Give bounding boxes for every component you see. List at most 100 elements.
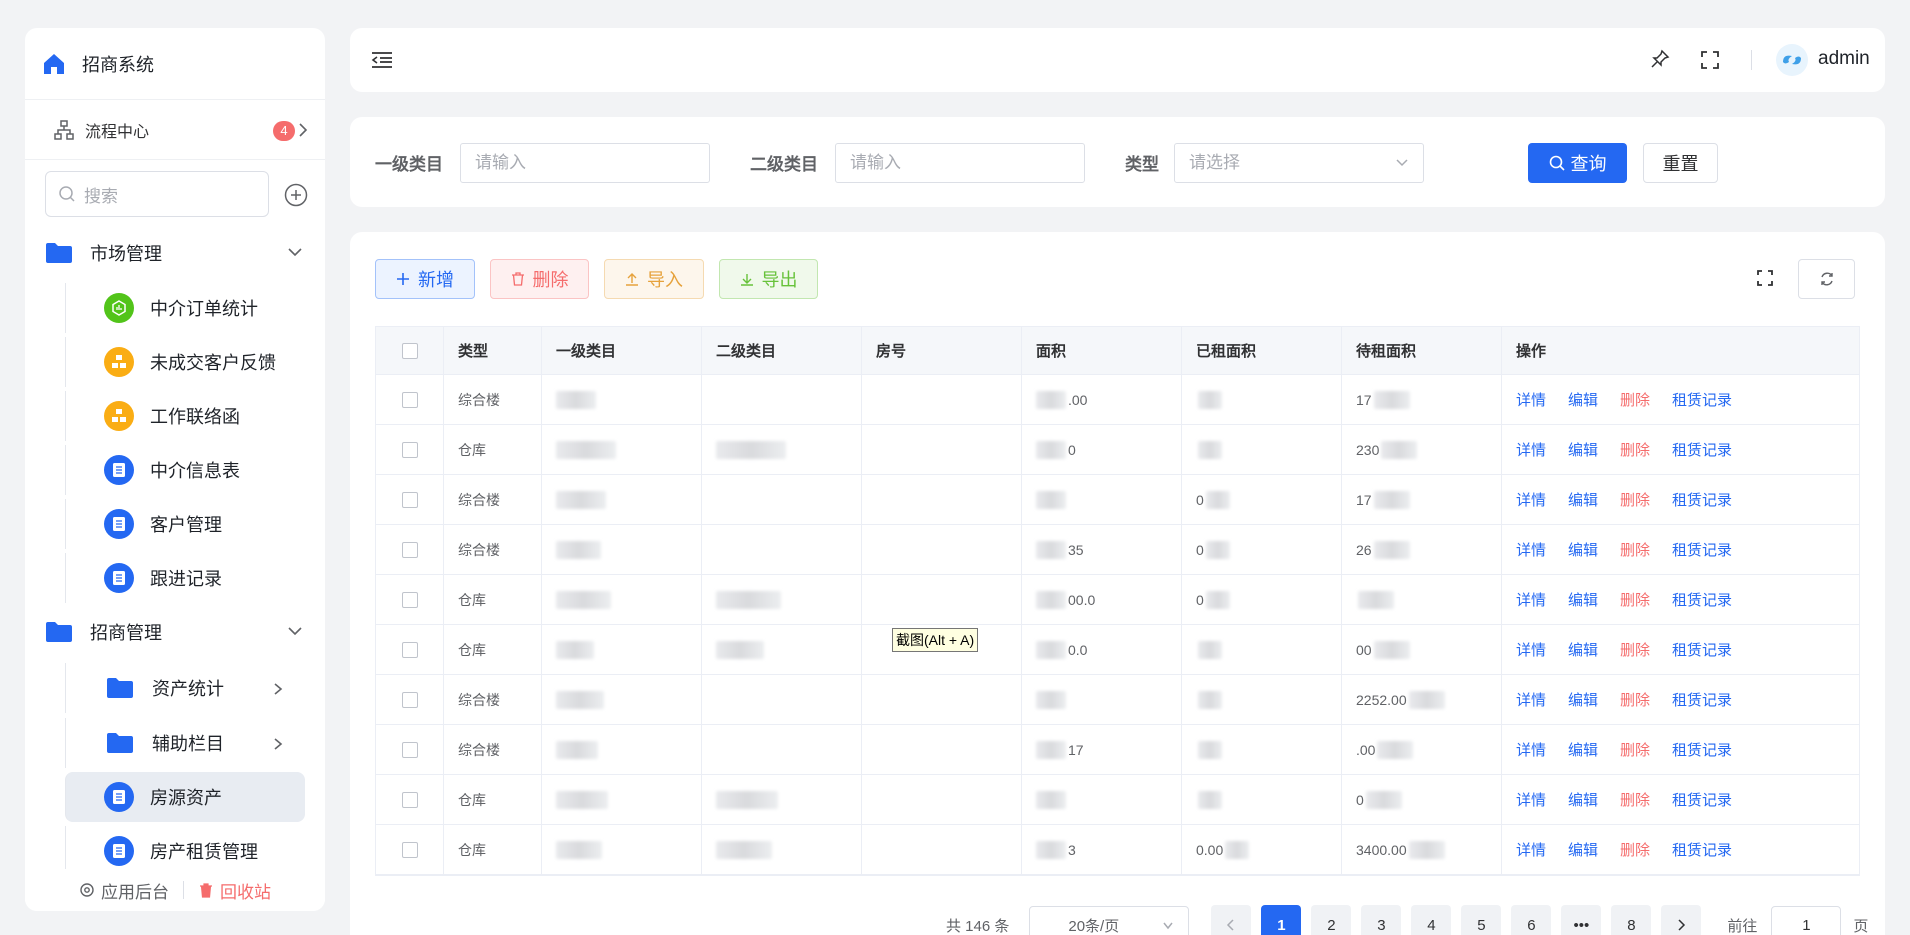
add-circle-icon[interactable] — [284, 183, 308, 207]
menu-item-work-letter[interactable]: 工作联络函 — [65, 391, 305, 441]
header-level2: 二级类目 — [702, 327, 862, 374]
edit-link[interactable]: 编辑 — [1568, 839, 1598, 860]
cell-level1 — [542, 425, 702, 474]
detail-link[interactable]: 详情 — [1516, 589, 1546, 610]
fullscreen-icon[interactable] — [1700, 50, 1720, 70]
row-checkbox[interactable] — [401, 541, 418, 558]
edit-link[interactable]: 编辑 — [1568, 389, 1598, 410]
detail-link[interactable]: 详情 — [1516, 689, 1546, 710]
avatar[interactable] — [1775, 43, 1809, 77]
detail-link[interactable]: 详情 — [1516, 389, 1546, 410]
lease-record-link[interactable]: 租赁记录 — [1672, 389, 1732, 410]
page-size-select[interactable]: 20条/页 — [1029, 906, 1190, 935]
detail-link[interactable]: 详情 — [1516, 739, 1546, 760]
page-jump-input[interactable]: 1 — [1771, 906, 1842, 935]
row-checkbox[interactable] — [401, 441, 418, 458]
menu-item-agent-orders[interactable]: 中介订单统计 — [65, 283, 305, 333]
delete-link[interactable]: 删除 — [1620, 789, 1650, 810]
row-select-cell — [376, 675, 444, 724]
app-backend-link[interactable]: 应用后台 — [79, 878, 169, 903]
row-checkbox[interactable] — [401, 491, 418, 508]
page-button[interactable]: 1 — [1261, 905, 1302, 935]
menu-item-asset-stats[interactable]: 资产统计 — [65, 663, 305, 713]
recycle-bin-link[interactable]: 回收站 — [198, 878, 271, 903]
sidebar-header[interactable]: 招商系统 — [25, 28, 325, 100]
export-button[interactable]: 导出 — [719, 259, 818, 299]
menu-item-customer-feedback[interactable]: 未成交客户反馈 — [65, 337, 305, 387]
detail-link[interactable]: 详情 — [1516, 489, 1546, 510]
prev-page-button[interactable] — [1211, 905, 1252, 935]
level2-input[interactable]: 请输入 — [835, 143, 1085, 183]
menu-item-customer-management[interactable]: 客户管理 — [65, 499, 305, 549]
edit-link[interactable]: 编辑 — [1568, 639, 1598, 660]
lease-record-link[interactable]: 租赁记录 — [1672, 589, 1732, 610]
delete-link[interactable]: 删除 — [1620, 489, 1650, 510]
lease-record-link[interactable]: 租赁记录 — [1672, 639, 1732, 660]
cell-level1 — [542, 525, 702, 574]
delete-link[interactable]: 删除 — [1620, 539, 1650, 560]
edit-link[interactable]: 编辑 — [1568, 439, 1598, 460]
row-checkbox[interactable] — [401, 741, 418, 758]
page-button[interactable]: 4 — [1411, 905, 1452, 935]
row-checkbox[interactable] — [401, 641, 418, 658]
delete-button[interactable]: 删除 — [490, 259, 589, 299]
edit-link[interactable]: 编辑 — [1568, 689, 1598, 710]
page-button[interactable]: 8 — [1611, 905, 1652, 935]
delete-link[interactable]: 删除 — [1620, 639, 1650, 660]
lease-record-link[interactable]: 租赁记录 — [1672, 739, 1732, 760]
lease-record-link[interactable]: 租赁记录 — [1672, 839, 1732, 860]
lease-record-link[interactable]: 租赁记录 — [1672, 789, 1732, 810]
lease-record-link[interactable]: 租赁记录 — [1672, 489, 1732, 510]
type-select[interactable]: 请选择 — [1174, 143, 1424, 183]
row-checkbox[interactable] — [401, 391, 418, 408]
row-checkbox[interactable] — [401, 791, 418, 808]
page-button[interactable]: 5 — [1461, 905, 1502, 935]
edit-link[interactable]: 编辑 — [1568, 539, 1598, 560]
menu-item-aux-columns[interactable]: 辅助栏目 — [65, 718, 305, 768]
delete-link[interactable]: 删除 — [1620, 689, 1650, 710]
refresh-button[interactable] — [1798, 259, 1855, 299]
import-button[interactable]: 导入 — [604, 259, 704, 299]
menu-item-agent-info[interactable]: 中介信息表 — [65, 445, 305, 495]
reset-button[interactable]: 重置 — [1643, 143, 1718, 183]
delete-link[interactable]: 删除 — [1620, 839, 1650, 860]
sidebar-search-input[interactable]: 搜索 — [45, 171, 269, 217]
page-button[interactable]: 2 — [1311, 905, 1352, 935]
detail-link[interactable]: 详情 — [1516, 639, 1546, 660]
menu-group-market[interactable]: 市场管理 — [25, 228, 325, 278]
select-all-checkbox[interactable] — [401, 342, 418, 359]
row-checkbox[interactable] — [401, 841, 418, 858]
edit-link[interactable]: 编辑 — [1568, 589, 1598, 610]
query-button[interactable]: 查询 — [1528, 143, 1627, 183]
page-button[interactable]: 6 — [1511, 905, 1552, 935]
detail-link[interactable]: 详情 — [1516, 839, 1546, 860]
detail-link[interactable]: 详情 — [1516, 439, 1546, 460]
detail-link[interactable]: 详情 — [1516, 789, 1546, 810]
edit-link[interactable]: 编辑 — [1568, 739, 1598, 760]
level1-input[interactable]: 请输入 — [460, 143, 710, 183]
delete-link[interactable]: 删除 — [1620, 739, 1650, 760]
menu-item-property-assets[interactable]: 房源资产 — [65, 772, 305, 822]
menu-item-follow-up[interactable]: 跟进记录 — [65, 553, 305, 603]
flow-center-item[interactable]: 流程中心 4 — [25, 100, 325, 160]
page-button[interactable]: 3 — [1361, 905, 1402, 935]
row-checkbox[interactable] — [401, 591, 418, 608]
detail-link[interactable]: 详情 — [1516, 539, 1546, 560]
username[interactable]: admin — [1818, 48, 1870, 70]
pin-icon[interactable] — [1650, 49, 1670, 69]
next-page-button[interactable] — [1661, 905, 1702, 935]
collapse-menu-icon[interactable] — [371, 50, 393, 70]
edit-link[interactable]: 编辑 — [1568, 489, 1598, 510]
edit-link[interactable]: 编辑 — [1568, 789, 1598, 810]
add-button[interactable]: 新增 — [375, 259, 475, 299]
page-button[interactable]: ••• — [1561, 905, 1602, 935]
delete-link[interactable]: 删除 — [1620, 589, 1650, 610]
lease-record-link[interactable]: 租赁记录 — [1672, 689, 1732, 710]
lease-record-link[interactable]: 租赁记录 — [1672, 539, 1732, 560]
fullscreen-icon[interactable] — [1756, 269, 1774, 287]
delete-link[interactable]: 删除 — [1620, 439, 1650, 460]
menu-group-investment[interactable]: 招商管理 — [25, 607, 325, 657]
delete-link[interactable]: 删除 — [1620, 389, 1650, 410]
row-checkbox[interactable] — [401, 691, 418, 708]
lease-record-link[interactable]: 租赁记录 — [1672, 439, 1732, 460]
